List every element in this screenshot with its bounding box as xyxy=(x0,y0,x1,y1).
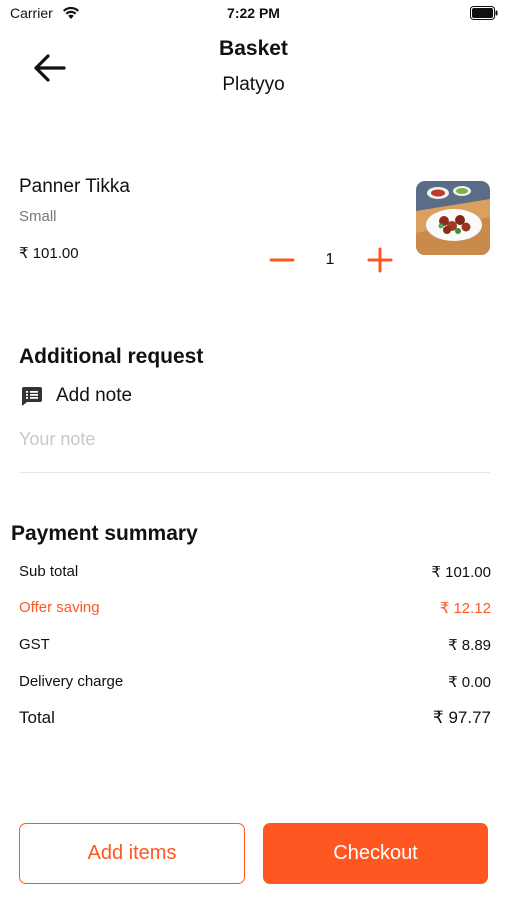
status-bar: Carrier 7:22 PM xyxy=(0,0,507,28)
status-time: 7:22 PM xyxy=(227,5,280,21)
food-image xyxy=(416,181,490,255)
item-name: Panner Tikka xyxy=(19,176,130,197)
plus-icon xyxy=(367,247,393,273)
total-label: Total xyxy=(19,708,55,727)
restaurant-name: Platyyo xyxy=(222,74,285,95)
item-size: Small xyxy=(19,208,57,225)
battery-icon xyxy=(470,6,498,20)
payment-summary-title: Payment summary xyxy=(11,522,198,545)
increase-quantity-button[interactable] xyxy=(366,246,394,274)
checkout-button[interactable]: Checkout xyxy=(263,823,488,884)
note-input[interactable] xyxy=(19,424,489,454)
summary-label: Offer saving xyxy=(19,599,100,616)
summary-value: ₹ 0.00 xyxy=(448,674,491,691)
add-note-button[interactable]: Add note xyxy=(56,385,132,407)
divider xyxy=(19,472,490,473)
summary-value: ₹ 101.00 xyxy=(431,564,491,581)
note-icon xyxy=(22,387,42,406)
total-value: ₹ 97.77 xyxy=(432,708,491,727)
add-items-button[interactable]: Add items xyxy=(19,823,245,884)
item-price: ₹ 101.00 xyxy=(19,245,79,262)
summary-label: Delivery charge xyxy=(19,673,124,690)
minus-icon xyxy=(269,258,295,262)
summary-label: Sub total xyxy=(19,563,79,580)
additional-request-title: Additional request xyxy=(19,345,204,368)
quantity-value: 1 xyxy=(325,251,335,268)
summary-value: ₹ 12.12 xyxy=(439,600,491,617)
decrease-quantity-button[interactable] xyxy=(268,246,296,274)
page-title: Basket xyxy=(219,37,288,60)
summary-value: ₹ 8.89 xyxy=(448,637,491,654)
summary-label: GST xyxy=(19,636,50,653)
